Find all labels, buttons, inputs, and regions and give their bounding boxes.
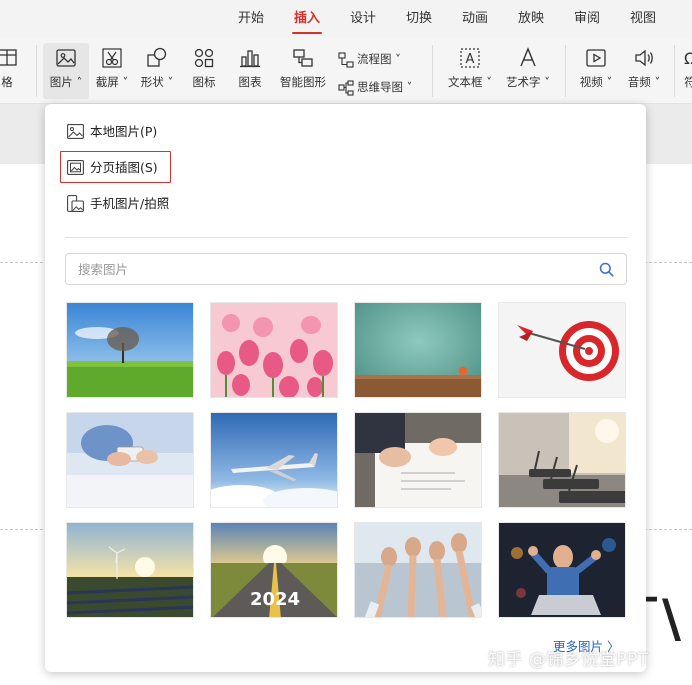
picture-thumbnail-wind-solar[interactable] (66, 522, 194, 618)
wordart-button[interactable]: 艺术字 ˅ (502, 43, 554, 99)
picture-search-input[interactable] (76, 254, 586, 284)
wordart-icon (520, 47, 536, 67)
mindmap-icon (338, 79, 354, 96)
picture-button[interactable]: 图片 ˄ (43, 43, 89, 99)
ribbon-tab-bar: 开始 插入 设计 切换 动画 放映 审阅 视图 (0, 0, 692, 37)
picture-thumbnail-fists[interactable] (354, 522, 482, 618)
zhihu-watermark: 知乎 @锦乡悦堂PPT (488, 650, 649, 670)
dart-target-image (499, 303, 625, 397)
table-button[interactable]: 格 (0, 43, 24, 99)
chart-button[interactable]: 图表 (230, 43, 270, 99)
svg-text:Ω: Ω (684, 49, 692, 68)
symbol-button[interactable]: Ω 符 (680, 43, 692, 99)
picture-thumbnail-airplane[interactable] (210, 412, 338, 508)
picture-thumbnail-cheering-man[interactable] (498, 522, 626, 618)
wordart-label: 艺术字 ˅ (506, 75, 550, 89)
paginated-picture-icon (67, 160, 84, 175)
shape-icon (147, 47, 167, 67)
picture-thumbnail-hands-phone[interactable] (66, 412, 194, 508)
textbox-button[interactable]: A 文本框 ˅ (444, 43, 496, 99)
tab-slideshow[interactable]: 放映 (512, 0, 550, 37)
table-label: 格 (1, 75, 13, 89)
picture-dropdown-panel: 本地图片(P) 分页插图(S) 手机图片/拍照 搜索图片 2024 更多图片 〉 (45, 104, 646, 672)
phone-picture-icon (67, 195, 84, 212)
flowchart-button[interactable]: 流程图 ˅ (338, 48, 401, 70)
wind-solar-image (67, 523, 193, 617)
signing-documents-image (355, 413, 481, 507)
raised-fists-image (355, 523, 481, 617)
picture-thumbnail-tulips[interactable] (210, 302, 338, 398)
icons-icon (194, 48, 214, 68)
ribbon-divider (565, 45, 566, 97)
picture-search-box (65, 253, 627, 285)
local-picture-item[interactable]: 本地图片(P) (61, 116, 169, 148)
picture-icon (56, 49, 76, 67)
phone-picture-label: 手机图片/拍照 (90, 196, 170, 211)
tab-design[interactable]: 设计 (344, 0, 382, 37)
svg-text:A: A (466, 52, 475, 67)
picture-thumbnail-teal-wall[interactable] (354, 302, 482, 398)
tree-meadow-image (67, 303, 193, 397)
smartart-icon (293, 49, 313, 67)
menu-divider (65, 237, 627, 238)
local-picture-label: 本地图片(P) (90, 124, 158, 139)
flowchart-icon (338, 51, 354, 68)
paginated-insert-label: 分页插图(S) (90, 160, 158, 175)
gym-treadmills-image (499, 413, 625, 507)
video-button[interactable]: 视频 ˅ (574, 43, 618, 99)
smartart-button[interactable]: 智能图形 (276, 43, 330, 99)
picture-thumbnail-road-2024[interactable]: 2024 (210, 522, 338, 618)
audio-button[interactable]: 音频 ˅ (622, 43, 666, 99)
airplane-image (211, 413, 337, 507)
screenshot-label: 截屏 ˅ (95, 75, 129, 89)
tulips-image (211, 303, 337, 397)
screenshot-button[interactable]: 截屏 ˅ (92, 43, 132, 99)
scissors-icon (102, 48, 122, 68)
phone-picture-item[interactable]: 手机图片/拍照 (61, 188, 181, 220)
symbol-label: 符 (684, 75, 692, 89)
shape-label: 形状 ˅ (140, 75, 174, 89)
icon-label: 图标 (192, 75, 216, 89)
picture-thumbnail-tree[interactable] (66, 302, 194, 398)
speaker-icon (635, 49, 653, 67)
bar-chart-icon (240, 50, 260, 68)
cheering-man-image (499, 523, 625, 617)
icon-button[interactable]: 图标 (184, 43, 224, 99)
picture-thumbnail-dart-target[interactable] (498, 302, 626, 398)
tab-view[interactable]: 视图 (624, 0, 662, 37)
hands-phone-image (67, 413, 193, 507)
search-icon[interactable] (599, 262, 614, 277)
ribbon-divider (36, 45, 37, 97)
picture-thumbnail-gym[interactable] (498, 412, 626, 508)
smartart-label: 智能图形 (280, 75, 326, 89)
video-icon (586, 49, 606, 67)
paginated-insert-item[interactable]: 分页插图(S) (60, 151, 171, 183)
mindmap-button[interactable]: 思维导图 ˅ (338, 76, 412, 98)
textbox-icon: A (460, 48, 480, 68)
picture-icon (67, 124, 84, 139)
tab-home[interactable]: 开始 (232, 0, 270, 37)
audio-label: 音频 ˅ (627, 75, 661, 89)
tab-insert[interactable]: 插入 (288, 0, 326, 37)
teal-wall-image (355, 303, 481, 397)
picture-thumbnail-signing[interactable] (354, 412, 482, 508)
textbox-label: 文本框 ˅ (448, 75, 492, 89)
tab-transitions[interactable]: 切换 (400, 0, 438, 37)
video-label: 视频 ˅ (579, 75, 613, 89)
shape-button[interactable]: 形状 ˅ (137, 43, 177, 99)
tab-animations[interactable]: 动画 (456, 0, 494, 37)
table-icon (0, 49, 17, 66)
chart-label: 图表 (238, 75, 262, 89)
omega-icon: Ω (684, 49, 692, 68)
ribbon-divider (432, 45, 433, 97)
road-year-text: 2024 (250, 589, 300, 610)
ribbon-divider (674, 45, 675, 97)
tab-review[interactable]: 审阅 (568, 0, 606, 37)
road-2024-image: 2024 (211, 523, 337, 617)
insert-ribbon: 格 图片 ˄ 截屏 ˅ 形状 ˅ 图标 图表 智能图形 流程图 ˅ 思维导图 ˅… (0, 37, 692, 104)
picture-label: 图片 ˄ (49, 75, 83, 89)
